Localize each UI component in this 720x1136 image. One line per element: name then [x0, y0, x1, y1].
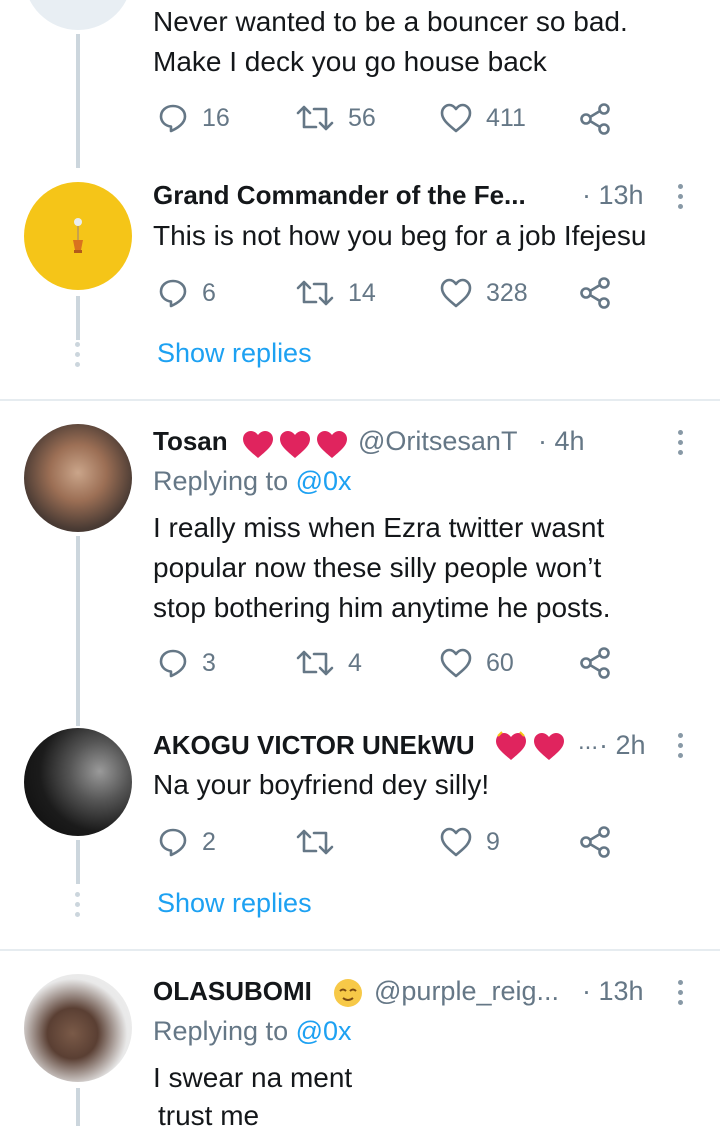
more-options-icon[interactable]	[678, 430, 686, 460]
avatar-tweet3[interactable]	[24, 728, 132, 836]
tweet-text: Na your boyfriend dey silly!	[153, 769, 490, 800]
like-button[interactable]: 411	[440, 103, 526, 133]
divider	[0, 399, 720, 401]
like-count: 411	[486, 103, 526, 132]
share-button[interactable]	[580, 103, 610, 135]
display-name[interactable]: OLASUBOMI	[153, 976, 312, 1007]
tweet-time[interactable]: · 4h	[538, 426, 585, 457]
user-handle[interactable]: @purple_reig...	[374, 976, 559, 1007]
retweet-icon	[296, 105, 334, 131]
avatar-tweet4[interactable]	[24, 974, 132, 1082]
retweet-button[interactable]	[296, 827, 348, 857]
thread-line	[76, 536, 80, 726]
share-icon	[580, 277, 610, 309]
tweet-time[interactable]: · 13h	[582, 180, 644, 211]
tweet-text: Make I deck you go house back	[153, 46, 547, 77]
retweet-count: 14	[348, 278, 376, 307]
thread-line	[76, 296, 80, 340]
retweet-button[interactable]: 56	[296, 103, 376, 133]
share-button[interactable]	[580, 826, 610, 858]
like-button[interactable]: 60	[440, 648, 514, 678]
retweet-icon	[296, 829, 334, 855]
replying-prefix: Replying to	[153, 466, 289, 496]
tweet-text: trust me	[158, 1100, 260, 1131]
retweet-icon	[296, 650, 334, 676]
avatar-image	[73, 218, 83, 253]
heart-icon	[496, 731, 564, 760]
reply-icon	[159, 649, 187, 678]
name-emoji	[332, 977, 364, 1014]
like-icon	[440, 278, 472, 308]
replying-to: Replying to @0x	[153, 1016, 352, 1047]
share-icon	[580, 826, 610, 858]
reply-icon	[159, 104, 187, 133]
like-icon	[440, 827, 472, 857]
reply-count: 3	[202, 648, 216, 677]
name-emoji	[241, 428, 349, 461]
like-count: 328	[486, 278, 528, 307]
like-count: 9	[486, 827, 500, 856]
reply-count: 2	[202, 827, 216, 856]
divider	[0, 949, 720, 951]
tweet-text: This is not how you beg for a job Ifejes…	[153, 220, 647, 251]
thread-line	[76, 1088, 80, 1126]
like-count: 60	[486, 648, 514, 677]
retweet-icon	[296, 280, 334, 306]
display-name[interactable]: Tosan	[153, 426, 228, 457]
replying-to: Replying to @0x	[153, 466, 352, 497]
thread-line	[76, 34, 80, 168]
tweet-time[interactable]: · 2h	[599, 730, 646, 761]
show-replies-link[interactable]: Show replies	[157, 888, 312, 919]
thread-line	[76, 840, 80, 884]
display-name[interactable]: Grand Commander of the Fe...	[153, 180, 526, 211]
name-emoji	[494, 730, 566, 763]
share-button[interactable]	[580, 277, 610, 309]
reply-count: 6	[202, 278, 216, 307]
avatar-tweet2[interactable]	[24, 424, 132, 532]
user-handle[interactable]: @OritsesanT	[358, 426, 517, 457]
red-heart-icon	[243, 431, 347, 458]
retweet-count: 4	[348, 648, 362, 677]
replying-to-handle[interactable]: @0x	[296, 1016, 352, 1046]
tweet-text: stop bothering him anytime he posts.	[153, 592, 611, 623]
reply-button[interactable]: 16	[158, 103, 230, 133]
more-replies-dots	[75, 892, 81, 922]
more-options-icon[interactable]	[678, 980, 686, 1010]
reply-count: 16	[202, 103, 230, 132]
tweet-time[interactable]: · 13h	[582, 976, 644, 1007]
tweet-text: Never wanted to be a bouncer so bad.	[153, 6, 628, 37]
reply-icon	[159, 279, 187, 308]
like-icon	[440, 103, 472, 133]
like-button[interactable]: 328	[440, 278, 528, 308]
avatar-tweet0[interactable]	[24, 0, 132, 30]
more-options-icon[interactable]	[678, 733, 686, 763]
like-icon	[440, 648, 472, 678]
show-replies-link[interactable]: Show replies	[157, 338, 312, 369]
tweet-text: I swear na ment	[153, 1062, 353, 1093]
display-name[interactable]: AKOGU VICTOR UNEkWU	[153, 730, 475, 761]
avatar-tweet1[interactable]	[24, 182, 132, 290]
tweet-text: popular now these silly people won’t	[153, 552, 602, 583]
more-options-icon[interactable]	[678, 184, 686, 214]
replying-prefix: Replying to	[153, 1016, 289, 1046]
reply-button[interactable]: 3	[158, 648, 216, 678]
retweet-button[interactable]: 14	[296, 278, 376, 308]
replying-to-handle[interactable]: @0x	[296, 466, 352, 496]
retweet-count: 56	[348, 103, 376, 132]
share-button[interactable]	[580, 647, 610, 679]
reply-button[interactable]: 6	[158, 278, 216, 308]
tweet-text: I really miss when Ezra twitter wasnt	[153, 512, 605, 543]
more-replies-dots	[75, 342, 81, 372]
share-icon	[580, 647, 610, 679]
like-button[interactable]: 9	[440, 827, 500, 857]
share-icon	[580, 103, 610, 135]
relieved-face-icon	[334, 979, 362, 1007]
reply-button[interactable]: 2	[158, 827, 216, 857]
retweet-button[interactable]: 4	[296, 648, 362, 678]
reply-icon	[159, 828, 187, 857]
name-truncation: ...	[578, 728, 599, 755]
